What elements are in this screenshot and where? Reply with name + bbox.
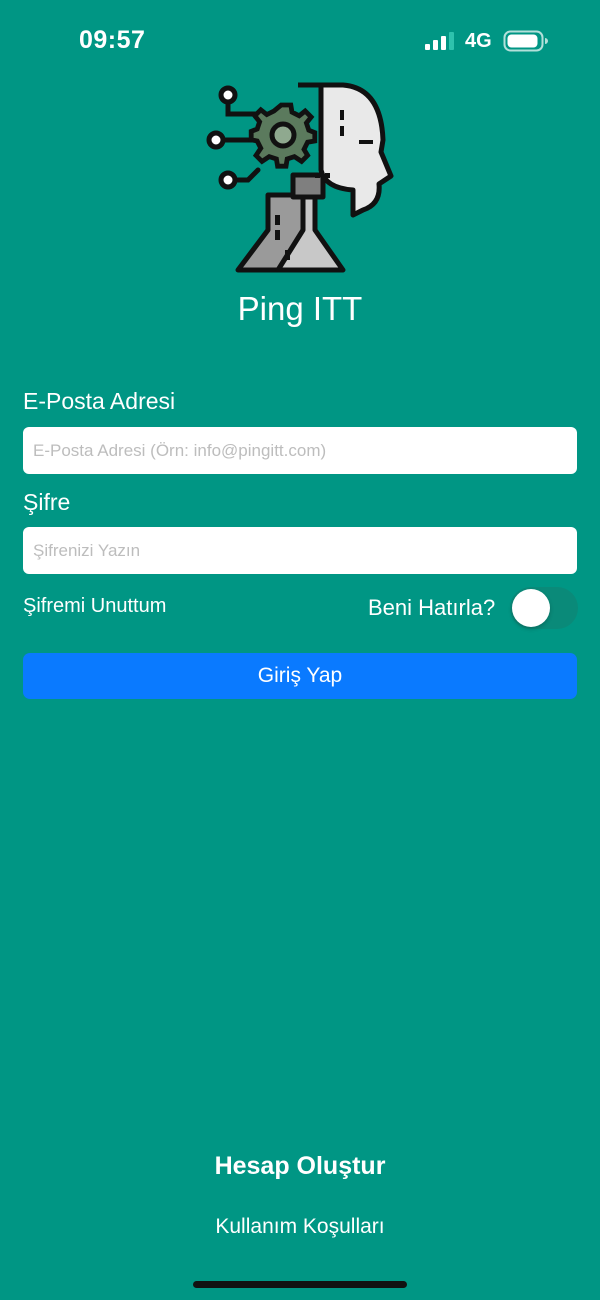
toggle-knob [512,589,550,627]
login-button[interactable]: Giriş Yap [23,653,577,699]
forgot-password-link[interactable]: Şifremi Unuttum [23,595,166,618]
app-title: Ping ITT [237,290,363,327]
create-account-link[interactable]: Hesap Oluştur [0,1152,600,1181]
remember-me-label: Beni Hatırla? [368,595,496,620]
battery-icon [503,30,548,52]
network-type-label: 4G [465,30,492,52]
app-logo-icon [206,82,394,273]
home-indicator[interactable] [193,1281,407,1288]
password-input[interactable] [23,527,577,574]
terms-of-use-link[interactable]: Kullanım Koşulları [0,1215,600,1239]
status-time: 09:57 [79,26,146,54]
email-label: E-Posta Adresi [23,388,176,414]
remember-me-toggle[interactable] [510,587,578,629]
cellular-signal-icon [425,32,454,50]
status-bar: 09:57 4G [0,0,600,80]
email-input[interactable] [23,427,577,474]
password-label: Şifre [23,489,71,515]
